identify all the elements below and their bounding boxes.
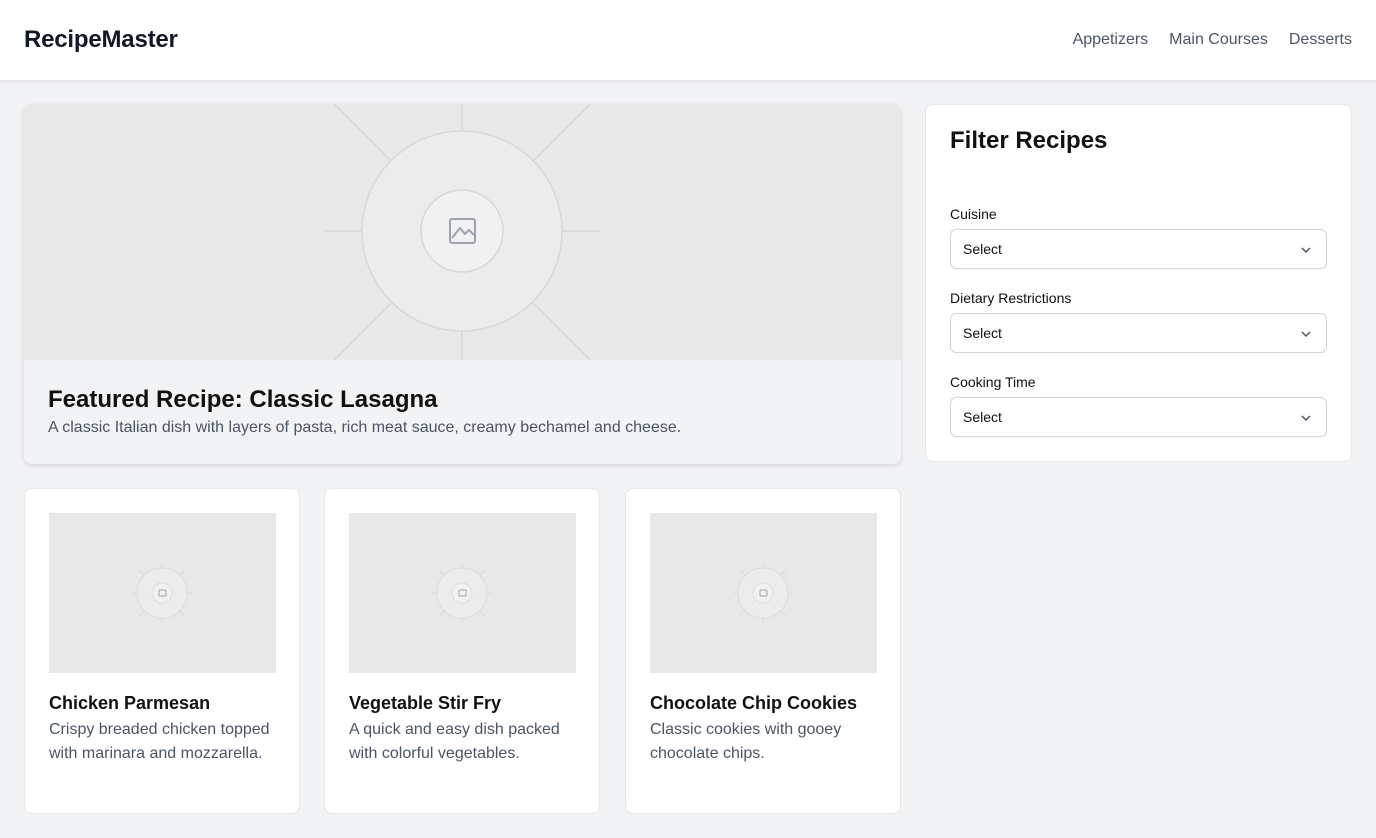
featured-recipe-card[interactable]: Featured Recipe: Classic Lasagna A class… (24, 104, 901, 464)
nav-link-main-courses[interactable]: Main Courses (1169, 31, 1268, 49)
recipe-card-description: A quick and easy dish packed with colorf… (349, 721, 560, 762)
cooking-time-label: Cooking Time (950, 374, 1036, 390)
chevron-down-icon (1301, 331, 1311, 338)
recipe-card-description: Classic cookies with gooey chocolate chi… (650, 721, 842, 762)
chevron-down-icon (1301, 415, 1311, 422)
recipe-card[interactable]: Vegetable Stir Fry A quick and easy dish… (324, 488, 600, 814)
cuisine-label: Cuisine (950, 206, 997, 222)
cooking-time-select[interactable]: Select (950, 397, 1327, 437)
nav-link-appetizers[interactable]: Appetizers (1073, 31, 1149, 49)
site-header: RecipeMaster Appetizers Main Courses Des… (0, 0, 1376, 80)
filter-title: Filter Recipes (950, 127, 1108, 154)
featured-recipe-image (24, 104, 901, 360)
cuisine-select-value: Select (963, 241, 1002, 257)
image-placeholder-icon (733, 563, 793, 623)
dietary-restrictions-label: Dietary Restrictions (950, 290, 1072, 306)
dietary-restrictions-select-value: Select (963, 325, 1002, 341)
recipe-card-title[interactable]: Chocolate Chip Cookies (650, 693, 857, 714)
main-nav: Appetizers Main Courses Desserts (1073, 31, 1352, 49)
recipe-card[interactable]: Chicken Parmesan Crispy breaded chicken … (24, 488, 300, 814)
dietary-restrictions-select[interactable]: Select (950, 313, 1327, 353)
cuisine-select[interactable]: Select (950, 229, 1327, 269)
image-placeholder-icon (132, 563, 192, 623)
recipe-card-image (349, 513, 576, 673)
brand-logo[interactable]: RecipeMaster (24, 26, 178, 54)
featured-recipe-description: A classic Italian dish with layers of pa… (48, 419, 682, 436)
image-placeholder-icon (324, 104, 600, 360)
recipe-card-title[interactable]: Vegetable Stir Fry (349, 693, 501, 714)
nav-link-desserts[interactable]: Desserts (1289, 31, 1352, 49)
featured-recipe-title[interactable]: Featured Recipe: Classic Lasagna (48, 386, 437, 414)
cooking-time-select-value: Select (963, 409, 1002, 425)
recipe-card-image (650, 513, 877, 673)
recipe-card-image (49, 513, 276, 673)
recipe-card[interactable]: Chocolate Chip Cookies Classic cookies w… (625, 488, 901, 814)
recipe-card-description: Crispy breaded chicken topped with marin… (49, 721, 270, 762)
recipe-card-title[interactable]: Chicken Parmesan (49, 693, 210, 714)
filter-panel: Filter Recipes Cuisine Select Dietary Re… (925, 104, 1352, 462)
image-placeholder-icon (432, 563, 492, 623)
chevron-down-icon (1301, 247, 1311, 254)
